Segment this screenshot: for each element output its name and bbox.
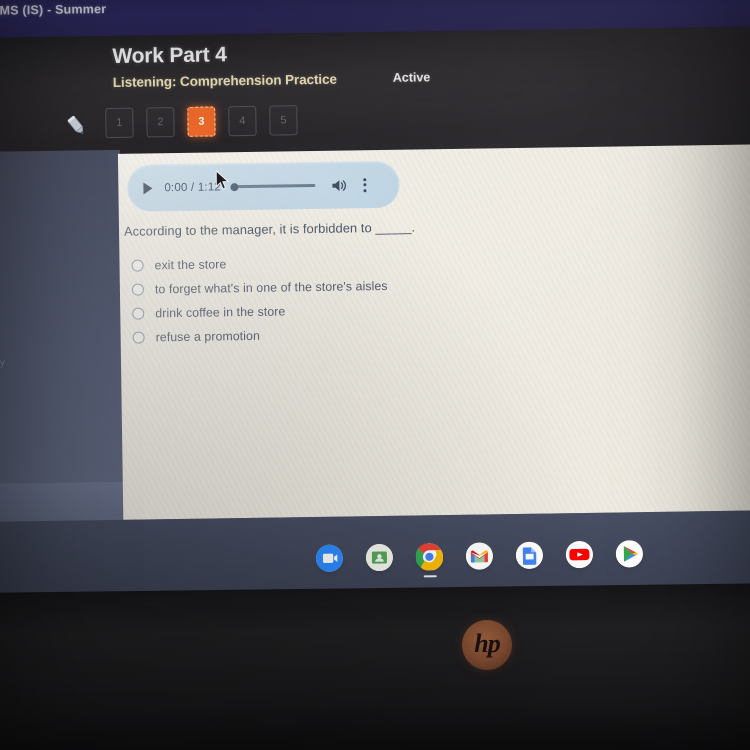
pagination-item-4[interactable]: 4: [228, 105, 257, 137]
volume-icon[interactable]: [331, 178, 347, 192]
chrome-icon[interactable]: [415, 543, 444, 578]
youtube-icon[interactable]: [565, 540, 594, 569]
more-dot: [362, 177, 366, 181]
pencil-icon[interactable]: [63, 112, 89, 138]
shelf-icon-row: [315, 540, 644, 578]
chrome-active-indicator: [423, 574, 437, 578]
pagination-item-2[interactable]: 2: [146, 107, 175, 138]
pagination-item-3-active[interactable]: 3: [187, 106, 216, 137]
answer-option-label: refuse a promotion: [155, 328, 261, 345]
audio-progress-knob[interactable]: [229, 182, 239, 191]
more-dot: [362, 183, 366, 187]
hp-logo-text: hp: [474, 629, 500, 658]
laptop-photo: LMS (IS) - Summer Work Part 4 Listening:…: [0, 0, 750, 750]
pagination-label: 1: [116, 116, 123, 129]
page-title: Work Part 4: [112, 43, 227, 68]
pagination-item-5[interactable]: 5: [269, 105, 298, 136]
google-play-icon[interactable]: [615, 540, 644, 568]
play-icon[interactable]: [143, 181, 153, 195]
pagination-label: 3: [198, 115, 205, 128]
audio-time-display: 0:00 / 1:12: [164, 180, 222, 194]
answer-options-list: exit the store to forget what's in one o…: [131, 247, 592, 350]
desktop-background-left: [0, 149, 126, 512]
radio-button-icon[interactable]: [132, 331, 145, 344]
answer-option-label: exit the store: [154, 257, 227, 273]
answer-option-label: drink coffee in the store: [155, 304, 286, 321]
question-pagination[interactable]: 1 2 3 4 5: [105, 105, 298, 139]
question-content-panel: 0:00 / 1:12 According to the manager, it…: [117, 144, 750, 520]
hp-logo: hp: [462, 620, 512, 670]
laptop-screen: LMS (IS) - Summer Work Part 4 Listening:…: [0, 0, 750, 606]
laptop-bezel-bottom: [0, 583, 750, 750]
zoom-icon[interactable]: [315, 544, 344, 572]
question-text: According to the manager, it is forbidde…: [123, 219, 416, 239]
google-classroom-icon[interactable]: [365, 543, 394, 572]
radio-button-icon[interactable]: [132, 307, 145, 320]
status-badge: Active: [392, 70, 431, 85]
gmail-icon[interactable]: [465, 542, 494, 570]
more-dot: [363, 188, 367, 192]
pagination-item-1[interactable]: 1: [105, 107, 134, 139]
pagination-label: 5: [280, 114, 287, 127]
audio-progress-slider[interactable]: [229, 182, 315, 191]
pagination-label: 2: [157, 116, 164, 129]
answer-option-label: to forget what's in one of the store's a…: [154, 278, 388, 297]
pagination-label: 4: [239, 114, 246, 128]
radio-button-icon[interactable]: [131, 259, 144, 272]
google-slides-icon[interactable]: [515, 541, 544, 570]
audio-player[interactable]: 0:00 / 1:12: [127, 160, 400, 212]
radio-button-icon[interactable]: [131, 283, 145, 296]
more-vertical-icon[interactable]: [362, 177, 367, 192]
window-title: LMS (IS) - Summer: [0, 2, 107, 18]
desktop-ghost-label: vity: [0, 357, 6, 369]
